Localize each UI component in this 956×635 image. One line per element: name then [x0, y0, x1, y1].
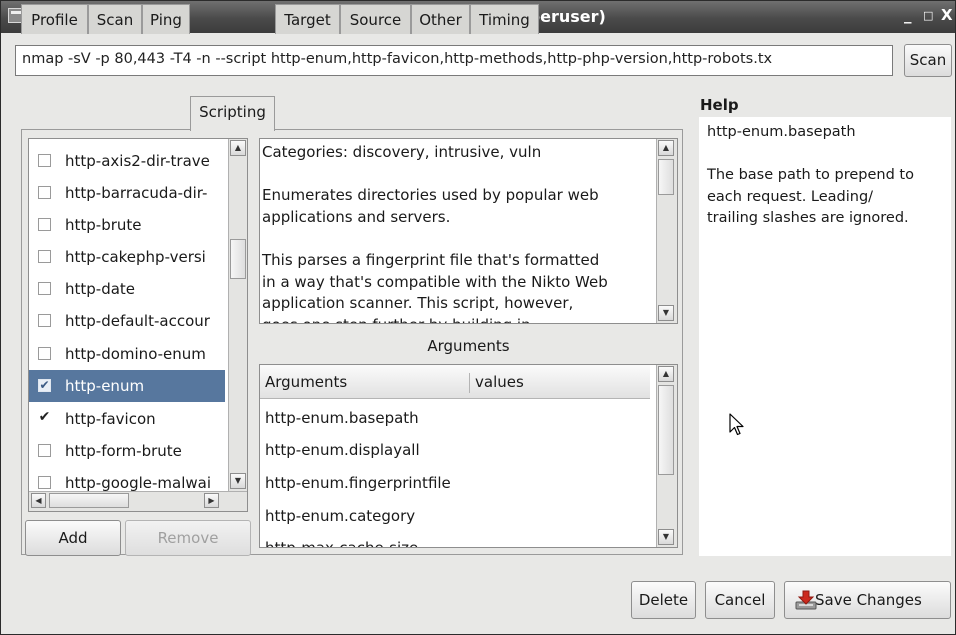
- checkbox[interactable]: [38, 314, 51, 327]
- arguments-section-label: Arguments: [427, 337, 510, 355]
- help-panel: http-enum.basepath The base path to prep…: [699, 117, 951, 556]
- profile-editor-window: Profile Editor (as superuser) _ □ X nmap…: [0, 0, 956, 635]
- table-row[interactable]: http-enum.category: [265, 505, 415, 527]
- list-item[interactable]: http-domino-enum: [29, 338, 225, 370]
- tab-scripting[interactable]: Scripting: [190, 96, 275, 131]
- remove-button: Remove: [125, 520, 251, 556]
- checkbox[interactable]: [38, 186, 51, 199]
- tab-ping[interactable]: Ping: [142, 4, 190, 34]
- scroll-thumb[interactable]: [658, 385, 674, 475]
- maximize-icon[interactable]: □: [923, 9, 933, 22]
- table-row[interactable]: http-enum.basepath: [265, 407, 419, 429]
- script-name: http-cakephp-versi: [65, 248, 206, 266]
- list-item[interactable]: http-date: [29, 273, 225, 305]
- list-item[interactable]: ✔ http-favicon: [29, 403, 225, 435]
- script-name: http-axis2-dir-trave: [65, 152, 210, 170]
- checkbox[interactable]: ✔: [38, 410, 51, 425]
- column-divider: [469, 373, 470, 393]
- save-changes-label: Save Changes: [815, 591, 922, 609]
- table-row[interactable]: http-enum.displayall: [265, 439, 420, 461]
- list-item-selected[interactable]: ✔ http-enum: [29, 370, 225, 402]
- scroll-thumb[interactable]: [230, 239, 246, 279]
- list-item[interactable]: http-brute: [29, 209, 225, 241]
- save-changes-button[interactable]: Save Changes: [784, 581, 951, 619]
- table-row[interactable]: http-enum.fingerprintfile: [265, 472, 451, 494]
- close-icon[interactable]: X: [941, 6, 953, 24]
- script-name: http-google-malwai: [65, 474, 212, 491]
- script-name: http-brute: [65, 216, 142, 234]
- scroll-up-icon[interactable]: ▲: [230, 140, 246, 156]
- column-header-arguments[interactable]: Arguments: [265, 373, 347, 391]
- list-item[interactable]: http-form-brute: [29, 435, 225, 467]
- checkbox[interactable]: [38, 444, 51, 457]
- script-name: http-form-brute: [65, 442, 182, 460]
- help-title: Help: [700, 96, 739, 114]
- list-item[interactable]: http-cakephp-versi: [29, 241, 225, 273]
- scroll-up-icon[interactable]: ▲: [658, 366, 674, 382]
- arguments-table[interactable]: Arguments values http-enum.basepath http…: [259, 364, 678, 548]
- scroll-right-icon[interactable]: ▶: [204, 493, 219, 508]
- list-item[interactable]: http-axis2-dir-trave: [29, 145, 225, 177]
- script-name: http-date: [65, 280, 136, 298]
- checkbox[interactable]: [38, 282, 51, 295]
- column-header-values[interactable]: values: [475, 373, 524, 391]
- tab-scan[interactable]: Scan: [88, 4, 142, 34]
- command-input[interactable]: nmap -sV -p 80,443 -T4 -n --script http-…: [15, 45, 893, 76]
- arguments-vscrollbar[interactable]: ▲ ▼: [656, 365, 677, 547]
- list-item[interactable]: http-google-malwai: [29, 467, 225, 491]
- script-name: http-favicon: [65, 410, 156, 428]
- script-name: http-enum: [65, 377, 145, 395]
- checkbox[interactable]: [38, 218, 51, 231]
- tab-source[interactable]: Source: [340, 4, 411, 34]
- help-text: http-enum.basepath The base path to prep…: [707, 124, 914, 226]
- script-name: http-barracuda-dir-: [65, 184, 208, 202]
- scroll-down-icon[interactable]: ▼: [658, 529, 674, 545]
- script-list[interactable]: http-axis2-dir-trave http-barracuda-dir-…: [28, 138, 248, 512]
- scroll-up-icon[interactable]: ▲: [658, 140, 674, 156]
- checkbox[interactable]: [38, 154, 51, 167]
- tab-other[interactable]: Other: [411, 4, 470, 34]
- minimize-icon[interactable]: _: [904, 6, 912, 24]
- tab-target[interactable]: Target: [275, 4, 340, 34]
- script-description[interactable]: Categories: discovery, intrusive, vuln E…: [259, 138, 678, 324]
- checkbox[interactable]: [38, 476, 51, 489]
- add-button[interactable]: Add: [25, 520, 121, 556]
- tab-profile[interactable]: Profile: [21, 4, 88, 34]
- list-item[interactable]: http-default-accour: [29, 305, 225, 337]
- script-list-hscrollbar[interactable]: ◀ ▶: [29, 491, 247, 511]
- delete-button[interactable]: Delete: [631, 581, 696, 619]
- checkbox[interactable]: [38, 250, 51, 263]
- scroll-thumb[interactable]: [49, 493, 129, 508]
- script-name: http-default-accour: [65, 312, 210, 330]
- mouse-pointer-icon: [729, 413, 744, 436]
- description-text: Categories: discovery, intrusive, vuln E…: [262, 143, 608, 323]
- script-list-vscrollbar[interactable]: ▲ ▼: [228, 139, 247, 491]
- scroll-left-icon[interactable]: ◀: [31, 493, 46, 508]
- scroll-down-icon[interactable]: ▼: [230, 473, 246, 489]
- scroll-down-icon[interactable]: ▼: [658, 305, 674, 321]
- checkbox[interactable]: [38, 347, 51, 360]
- script-name: http-domino-enum: [65, 345, 206, 363]
- cancel-button[interactable]: Cancel: [705, 581, 775, 619]
- save-download-icon: [795, 590, 817, 610]
- description-vscrollbar[interactable]: ▲ ▼: [656, 139, 677, 323]
- checkbox[interactable]: ✔: [38, 379, 51, 392]
- list-item[interactable]: http-barracuda-dir-: [29, 177, 225, 209]
- scan-button[interactable]: Scan: [904, 44, 952, 77]
- arguments-header: Arguments values: [260, 365, 650, 399]
- table-row[interactable]: http-max-cache-size: [265, 537, 418, 547]
- scroll-thumb[interactable]: [658, 159, 674, 195]
- tab-timing[interactable]: Timing: [470, 4, 539, 34]
